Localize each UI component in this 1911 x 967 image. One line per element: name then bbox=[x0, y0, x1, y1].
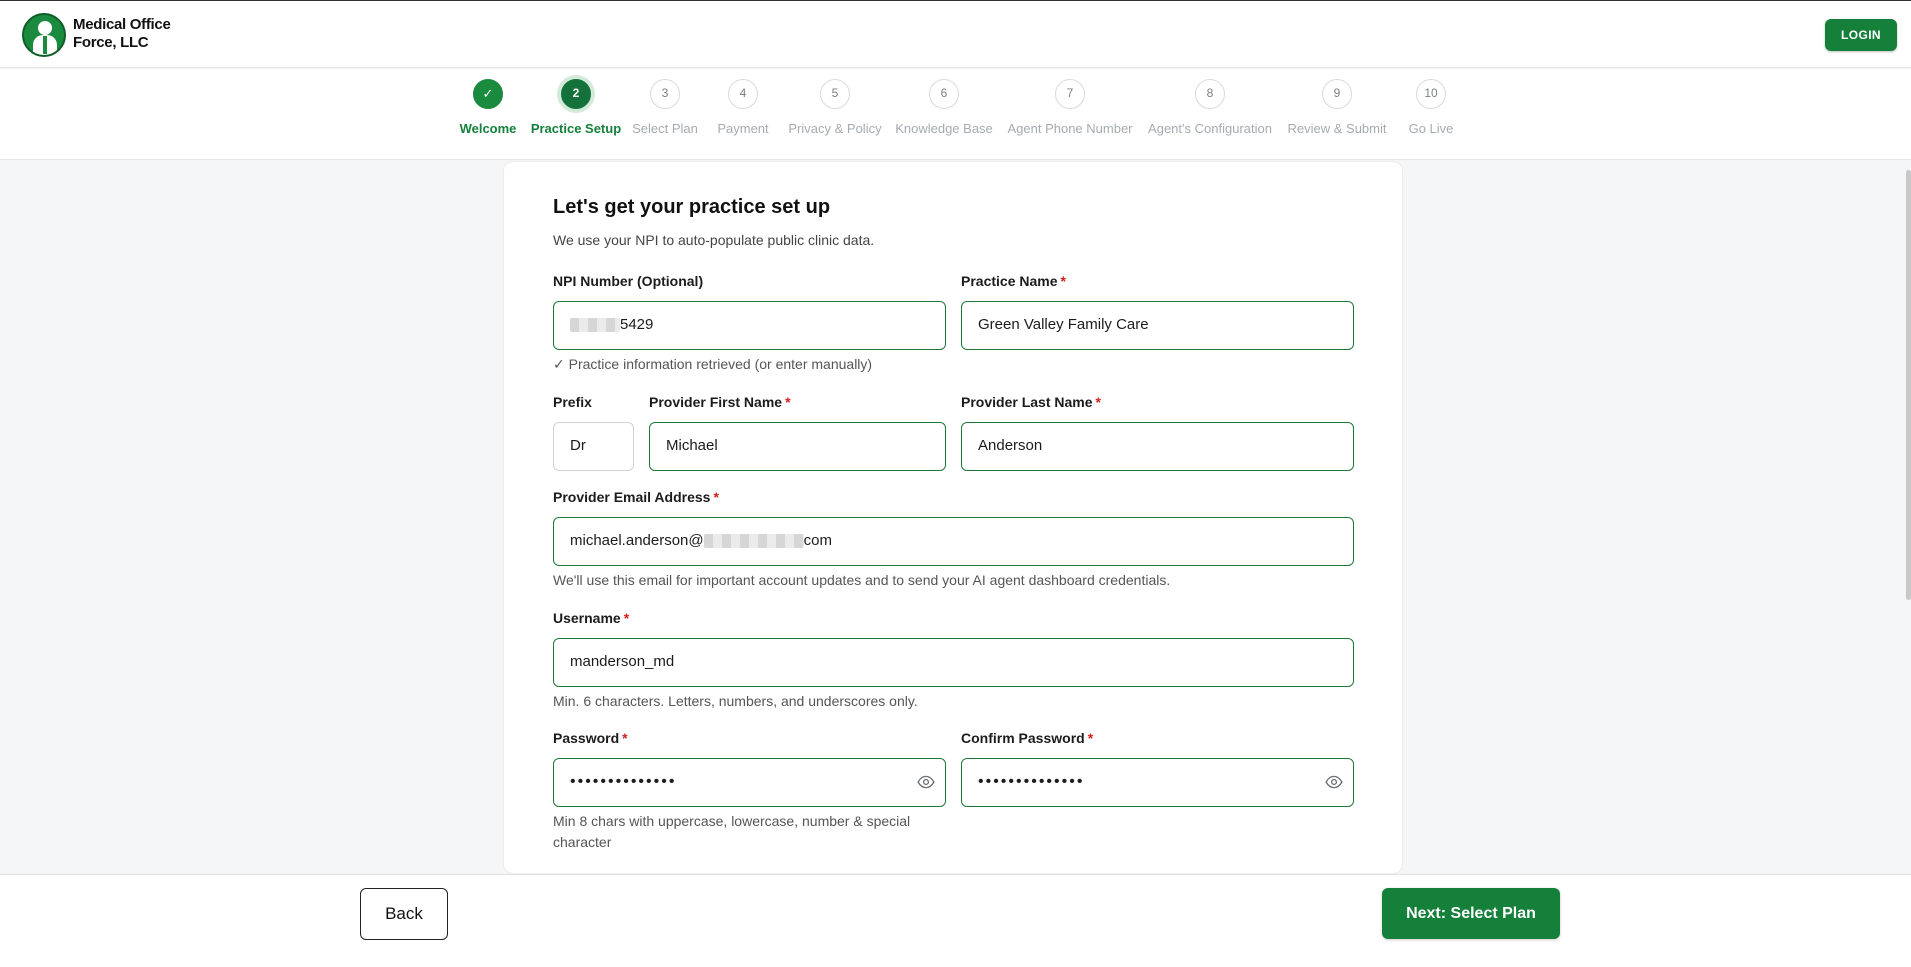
top-bar: Medical Office Force, LLC LOGIN bbox=[0, 0, 1911, 68]
last-name-label: Provider Last Name * bbox=[961, 394, 1101, 410]
brand-line-2: Force, LLC bbox=[73, 34, 149, 51]
step-agent-configuration[interactable]: 8 Agent's Configuration bbox=[1140, 79, 1280, 136]
email-label: Provider Email Address * bbox=[553, 489, 719, 505]
step-knowledge-base[interactable]: 6 Knowledge Base bbox=[874, 79, 1014, 136]
step-2-marker: 2 bbox=[561, 79, 591, 109]
step-8-marker: 8 bbox=[1195, 79, 1225, 109]
footer-nav: Back Next: Select Plan bbox=[0, 874, 1911, 967]
step-agent-phone-number[interactable]: 7 Agent Phone Number bbox=[1000, 79, 1140, 136]
password-label: Password * bbox=[553, 730, 628, 746]
next-select-plan-button[interactable]: Next: Select Plan bbox=[1382, 888, 1560, 939]
practice-name-label: Practice Name * bbox=[961, 273, 1066, 289]
step-1-marker: ✓ bbox=[473, 79, 503, 109]
step-9-marker: 9 bbox=[1322, 79, 1352, 109]
back-button[interactable]: Back bbox=[360, 888, 448, 940]
npi-hint: ✓ Practice information retrieved (or ent… bbox=[553, 356, 873, 372]
form-title: Let's get your practice set up bbox=[553, 196, 831, 218]
practice-name-input[interactable]: Green Valley Family Care bbox=[961, 301, 1354, 350]
eye-icon[interactable] bbox=[1325, 773, 1343, 791]
first-name-label: Provider First Name * bbox=[649, 394, 791, 410]
email-value-start: michael.anderson@ bbox=[570, 532, 704, 549]
step-4-marker: 4 bbox=[728, 79, 758, 109]
username-input[interactable]: manderson_md bbox=[553, 638, 1354, 687]
npi-input[interactable]: 5429 bbox=[553, 301, 946, 350]
step-10-marker: 10 bbox=[1416, 79, 1446, 109]
password-hint: Min 8 chars with uppercase, lowercase, n… bbox=[553, 813, 911, 850]
username-label: Username * bbox=[553, 610, 630, 626]
brand-line-1: Medical Office bbox=[73, 16, 171, 33]
step-7-marker: 7 bbox=[1055, 79, 1085, 109]
npi-value-visible: 5429 bbox=[620, 316, 654, 333]
password-masked-value: •••••••••••••• bbox=[570, 773, 677, 790]
progress-stepper: ✓ Welcome 2 Practice Setup 3 Select Plan… bbox=[0, 69, 1911, 160]
last-name-input[interactable]: Anderson bbox=[961, 422, 1354, 471]
redacted-npi-digits bbox=[570, 318, 620, 333]
prefix-input[interactable]: Dr bbox=[553, 422, 634, 471]
step-6-marker: 6 bbox=[929, 79, 959, 109]
username-hint: Min. 6 characters. Letters, numbers, and… bbox=[553, 693, 918, 709]
step-6-label: Knowledge Base bbox=[895, 121, 993, 136]
email-hint: We'll use this email for important accou… bbox=[553, 572, 1171, 588]
step-8-label: Agent's Configuration bbox=[1148, 121, 1272, 136]
company-logo[interactable] bbox=[22, 13, 66, 57]
step-go-live[interactable]: 10 Go Live bbox=[1361, 79, 1501, 136]
step-7-label: Agent Phone Number bbox=[1007, 121, 1133, 136]
redacted-email-domain bbox=[703, 534, 804, 549]
email-value-end: com bbox=[803, 532, 832, 549]
page-scrollbar[interactable] bbox=[1906, 170, 1911, 600]
practice-setup-card: Let's get your practice set up We use yo… bbox=[503, 161, 1403, 874]
step-10-label: Go Live bbox=[1408, 121, 1454, 136]
prefix-label: Prefix bbox=[553, 394, 592, 410]
step-5-marker: 5 bbox=[820, 79, 850, 109]
confirm-password-label: Confirm Password * bbox=[961, 730, 1094, 746]
first-name-input[interactable]: Michael bbox=[649, 422, 946, 471]
eye-icon[interactable] bbox=[917, 773, 935, 791]
form-subtitle: We use your NPI to auto-populate public … bbox=[553, 232, 875, 248]
brand-name: Medical Office Force, LLC bbox=[73, 16, 183, 52]
confirm-password-masked-value: •••••••••••••• bbox=[978, 773, 1085, 790]
password-input[interactable]: •••••••••••••• bbox=[553, 758, 946, 807]
confirm-password-input[interactable]: •••••••••••••• bbox=[961, 758, 1354, 807]
login-button[interactable]: LOGIN bbox=[1825, 19, 1897, 51]
email-input[interactable]: michael.anderson@ com bbox=[553, 517, 1354, 566]
npi-label: NPI Number (Optional) bbox=[553, 273, 704, 289]
